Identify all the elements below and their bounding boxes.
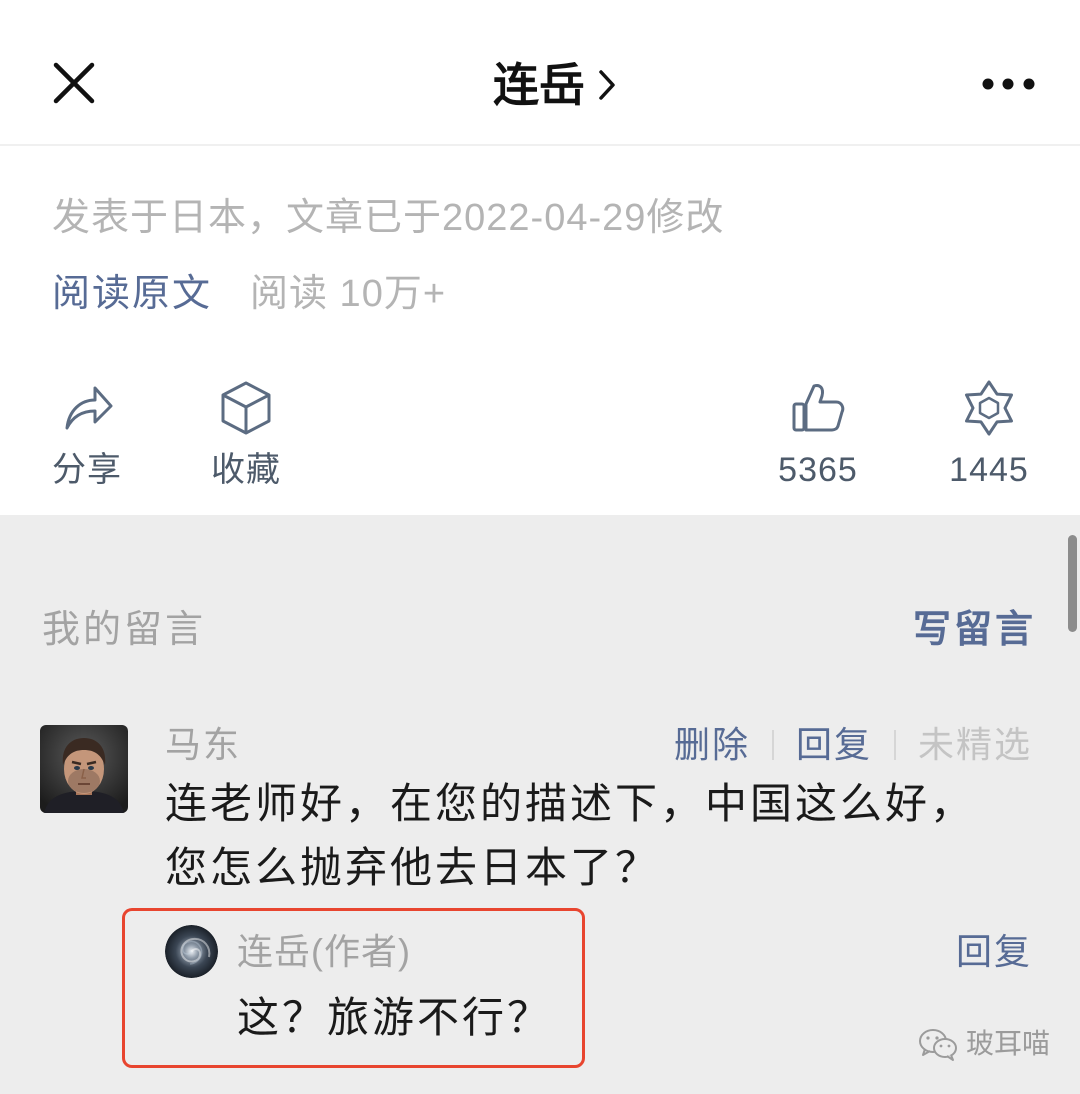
comment-text-line: 连老师好，在您的描述下，中国这么好， [165,780,976,827]
comment-text: 连老师好，在您的描述下，中国这么好， 您怎么抛弃他去日本了？ [165,772,975,900]
chevron-right-icon [599,70,615,100]
reply-to-author-button[interactable]: 回复 [956,928,1032,976]
reply-author: 连岳(作者) [237,931,411,972]
wow-count: 1445 [949,451,1029,489]
comment-text-line: 您怎么抛弃他去日本了？ [165,844,661,891]
account-title-link[interactable]: 连岳 [440,50,670,120]
close-button[interactable] [52,61,96,105]
wechat-icon [918,1028,958,1062]
share-icon [65,386,113,430]
comment-actions: 删除 回复 未精选 [674,721,1032,769]
watermark-text: 玻耳喵 [966,1028,1051,1059]
reply-button[interactable]: 回复 [796,721,872,769]
collect-button[interactable]: 收藏 [196,380,296,494]
share-label: 分享 [52,451,122,489]
write-comment-button[interactable]: 写留言 [913,604,1036,656]
article-card: 连岳 发表于日本，文章已于2022-04-29修改 阅读原文 阅读 10万+ 分… [0,0,1080,515]
cube-icon [221,381,271,435]
thumbs-up-icon [792,384,845,432]
galaxy-avatar-image [165,925,218,978]
top-bar: 连岳 [0,0,1080,146]
more-button[interactable] [978,72,1040,96]
more-icon [982,78,1035,90]
like-count: 5365 [778,451,858,489]
my-comments-title: 我的留言 [42,609,207,651]
star-icon [965,380,1013,436]
read-count: 阅读 10万+ [250,273,447,315]
close-icon [53,62,95,104]
avatar[interactable] [40,725,128,813]
reply-text: 这？旅游不行？ [237,994,553,1041]
delete-button[interactable]: 删除 [674,721,750,769]
page-title: 连岳 [493,59,585,111]
user-avatar-image [40,725,128,813]
wow-button[interactable]: 1445 [939,380,1039,494]
author-avatar[interactable] [165,925,218,978]
like-button[interactable]: 5365 [768,380,868,494]
divider [771,730,774,760]
comment-item: 马东 删除 回复 未精选 连老师好，在您的描述下，中国这么好， 您怎么抛弃他去日… [0,721,1080,901]
publish-info: 发表于日本，文章已于2022-04-29修改 [52,197,725,239]
share-button[interactable]: 分享 [37,380,137,494]
wechat-article-footer: 连岳 发表于日本，文章已于2022-04-29修改 阅读原文 阅读 10万+ 分… [0,0,1080,1094]
scrollbar[interactable] [1068,535,1077,632]
wechat-logo [919,1029,957,1061]
featured-status: 未精选 [917,724,1032,765]
divider [893,730,896,760]
collect-label: 收藏 [211,451,281,489]
read-original-link[interactable]: 阅读原文 [52,268,212,320]
comment-author: 马东 [165,724,242,765]
